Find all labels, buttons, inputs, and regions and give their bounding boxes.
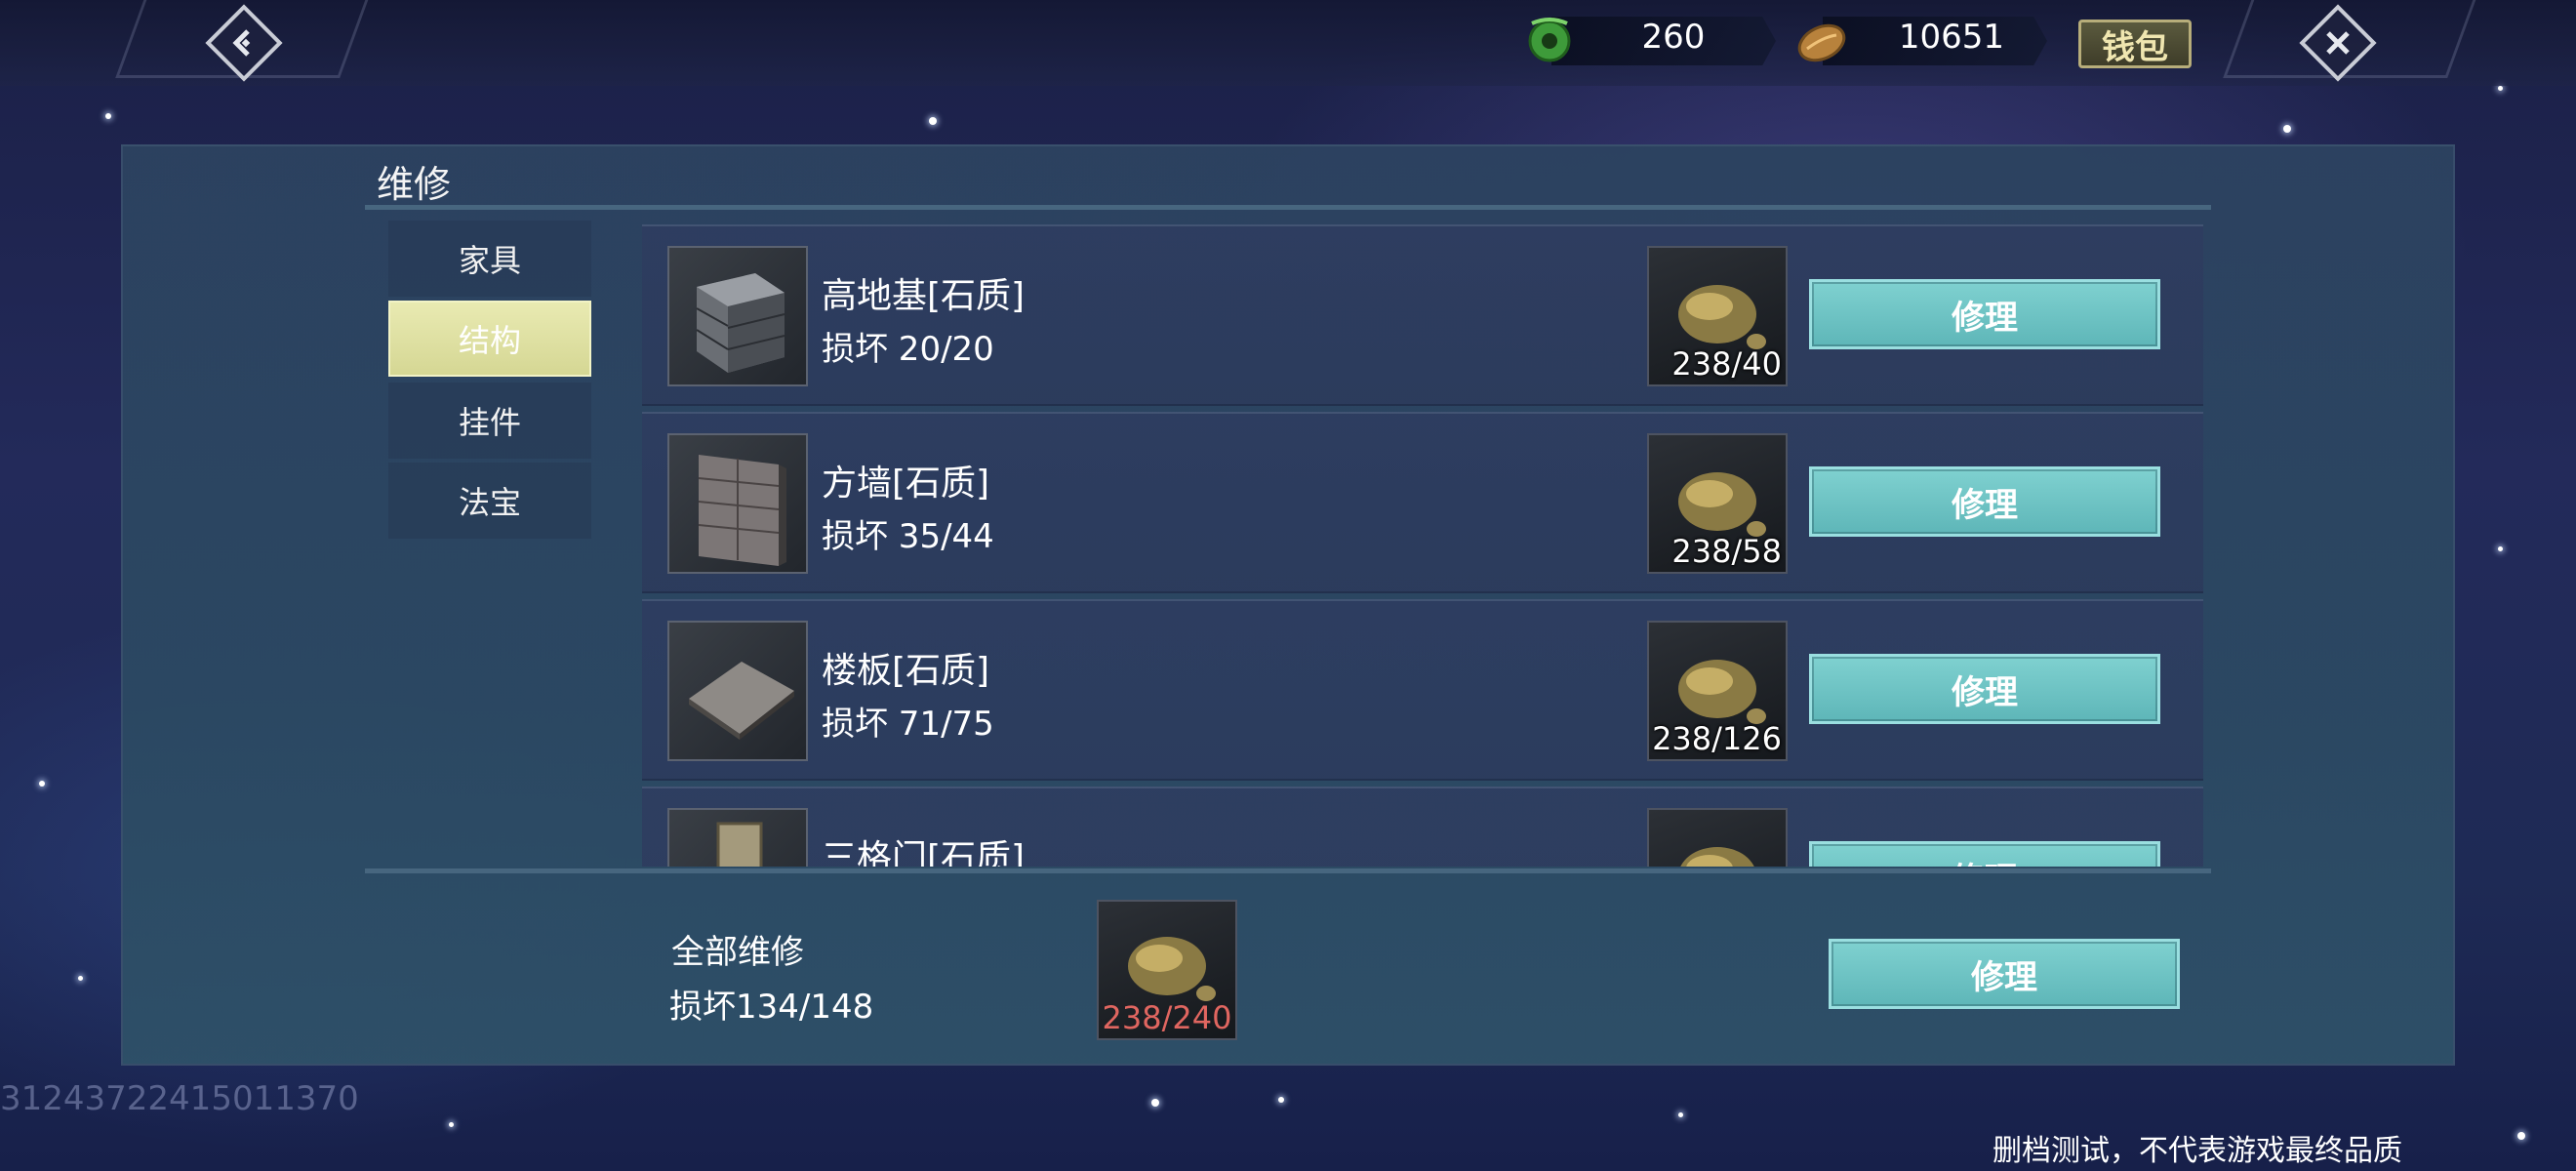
stone-door-icon: [716, 822, 763, 867]
item-thumbnail: [667, 246, 808, 386]
repair-all-cost: 238/240: [1097, 900, 1237, 1040]
repair-all-title: 全部维修: [671, 933, 804, 972]
stone-floor-icon: [689, 662, 794, 740]
repair-button[interactable]: 修理: [1809, 279, 2160, 349]
material-cost: 238/40: [1647, 246, 1788, 386]
repair-item-list[interactable]: 高地基[石质] 损坏 20/20 238/40 修理 方墙[石质] 损坏 35/…: [642, 222, 2205, 867]
tab-pendants[interactable]: 挂件: [388, 383, 591, 459]
list-item: 三格门[石质] 修理: [642, 787, 2203, 867]
material-count: 238/40: [1671, 345, 1782, 383]
chevron-left-icon: [232, 29, 251, 57]
item-name: 楼板[石质]: [822, 651, 990, 691]
item-name: 高地基[石质]: [822, 276, 1026, 316]
star: [2517, 1132, 2525, 1140]
material-cost: [1647, 808, 1788, 867]
page-title: 维修: [377, 163, 452, 206]
jade-currency: 260: [1522, 14, 1776, 68]
stone-foundation-icon: [696, 273, 785, 373]
star: [1678, 1112, 1683, 1117]
item-name: 方墙[石质]: [822, 464, 990, 504]
star: [2498, 86, 2503, 91]
star: [2283, 125, 2291, 133]
star: [449, 1122, 454, 1127]
stone-wall-icon: [698, 455, 786, 566]
gold-ingot-icon: [1797, 23, 1846, 62]
jade-coin-icon: [1528, 18, 1571, 62]
star: [929, 117, 937, 125]
repair-button[interactable]: 修理: [1809, 654, 2160, 724]
item-name: 三格门[石质]: [822, 838, 1026, 867]
star: [2498, 546, 2503, 551]
material-cost: 238/126: [1647, 621, 1788, 761]
tab-structure[interactable]: 结构: [388, 301, 591, 377]
repair-button[interactable]: 修理: [1809, 841, 2160, 867]
tab-artifacts[interactable]: 法宝: [388, 463, 591, 539]
title-divider: [365, 205, 2211, 210]
star: [39, 781, 45, 787]
list-divider: [365, 868, 2211, 873]
wallet-button[interactable]: 钱包: [2078, 20, 2192, 68]
star: [78, 976, 83, 981]
item-thumbnail: [667, 433, 808, 574]
stone-ore-icon: [1680, 847, 1754, 867]
top-bar: 260 10651 钱包: [0, 0, 2576, 86]
repair-all-material-count: 238/240: [1102, 999, 1232, 1036]
item-thumbnail: [667, 808, 808, 867]
star: [1151, 1099, 1159, 1107]
close-button[interactable]: [2299, 4, 2377, 82]
build-id: 31243722415011370: [0, 1079, 359, 1118]
list-item: 高地基[石质] 损坏 20/20 238/40 修理: [642, 224, 2203, 406]
list-item: 方墙[石质] 损坏 35/44 238/58 修理: [642, 412, 2203, 593]
material-count: 238/58: [1671, 533, 1782, 570]
star: [105, 113, 111, 119]
item-damage: 损坏 35/44: [822, 517, 994, 556]
tab-furniture[interactable]: 家具: [388, 221, 591, 297]
repair-all-damage: 损坏134/148: [669, 988, 874, 1027]
item-damage: 损坏 71/75: [822, 705, 994, 744]
disclaimer-text: 删档测试，不代表游戏最终品质: [1992, 1134, 2402, 1168]
repair-all-button[interactable]: 修理: [1829, 939, 2180, 1009]
material-count: 238/126: [1652, 720, 1782, 757]
material-cost: 238/58: [1647, 433, 1788, 574]
item-damage: 损坏 20/20: [822, 330, 994, 369]
repair-button[interactable]: 修理: [1809, 466, 2160, 537]
item-thumbnail: [667, 621, 808, 761]
jade-amount: 260: [1641, 18, 1706, 57]
list-item: 楼板[石质] 损坏 71/75 238/126 修理: [642, 599, 2203, 781]
coin-amount: 10651: [1898, 18, 2005, 57]
star: [1278, 1097, 1284, 1103]
coin-currency: 10651: [1793, 14, 2047, 68]
close-icon: [2326, 31, 2350, 55]
back-button[interactable]: [205, 4, 283, 82]
